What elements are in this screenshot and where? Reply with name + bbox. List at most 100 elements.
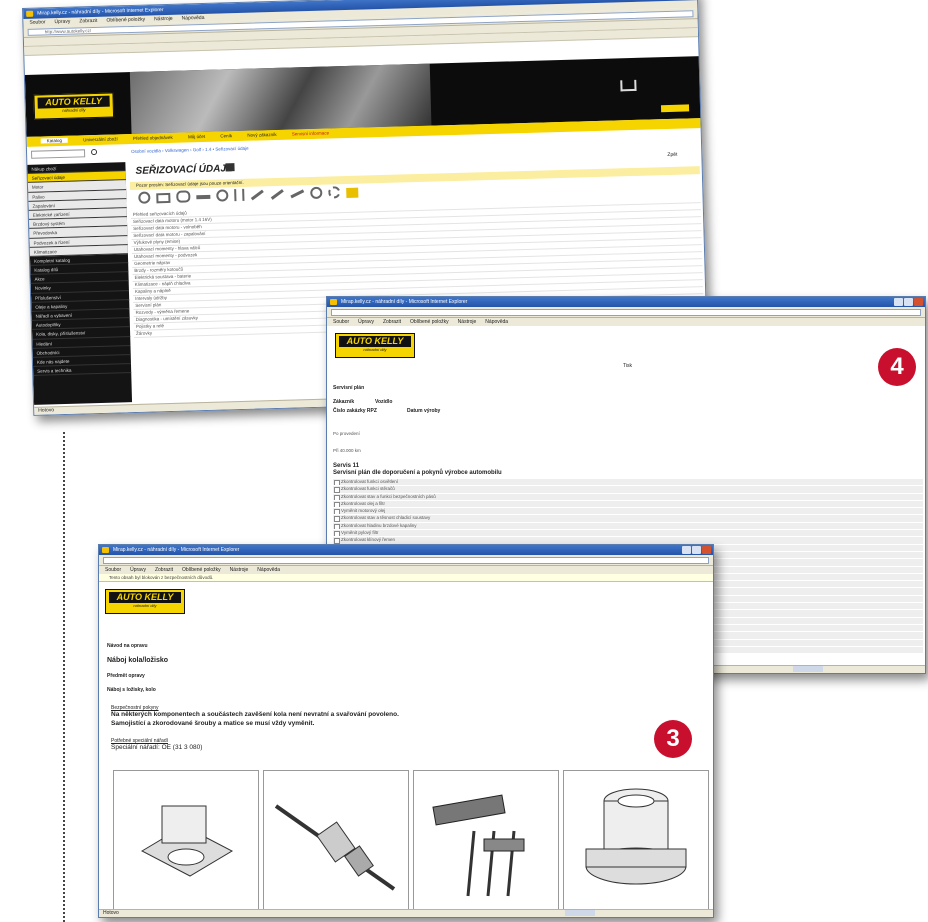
menu-file[interactable]: Soubor: [333, 319, 349, 325]
checklist-item[interactable]: Zkontrolovat olej a filtr: [333, 500, 923, 508]
checklist-item[interactable]: Vyměnit motorový olej: [333, 508, 923, 515]
close-button[interactable]: [702, 546, 711, 554]
nav-orders[interactable]: Přehled objednávek: [133, 135, 173, 141]
window-title: Mirap.kelly.cz - náhradní díly - Microso…: [37, 7, 164, 17]
service-number: Servis 11: [333, 463, 360, 469]
browser-icon: [330, 299, 337, 305]
menu-edit[interactable]: Úpravy: [358, 319, 374, 325]
window-title-bar: Mirap.kelly.cz - náhradní díly - Microso…: [99, 545, 713, 555]
nav-universal[interactable]: Univerzální zboží: [83, 136, 118, 142]
print-link[interactable]: Tisk: [623, 363, 632, 369]
header-search-button[interactable]: [660, 104, 690, 113]
socket-drawing: [585, 788, 687, 885]
auto-kelly-logo: AUTO KELLY náhradní díly: [105, 589, 185, 614]
menu-view[interactable]: Zobrazit: [79, 18, 97, 25]
checklist-item[interactable]: Zkontrolovat funkci osvětlení: [333, 479, 923, 486]
belt-icon[interactable]: [176, 190, 191, 203]
checklist-item[interactable]: Zkontrolovat stav a těsnost chladicí sou…: [333, 515, 923, 522]
menu-tools[interactable]: Nástroje: [230, 567, 249, 573]
minimize-button[interactable]: [682, 546, 691, 554]
key-icon[interactable]: [270, 189, 284, 200]
nav-katalog[interactable]: Katalog: [40, 137, 69, 144]
address-input[interactable]: [331, 309, 921, 316]
tool-image-extractor[interactable]: [413, 770, 559, 910]
auto-kelly-logo: AUTO KELLY náhradní díly: [335, 333, 415, 358]
back-link[interactable]: Zpět: [667, 152, 677, 158]
checklist-item[interactable]: Vyměnit pylový filtr: [333, 530, 923, 537]
maximize-button[interactable]: [904, 298, 913, 306]
dotted-guide-line: [63, 432, 65, 922]
checklist-item[interactable]: Zkontrolovat funkci stěračů: [333, 486, 923, 493]
spring-icon[interactable]: [234, 188, 245, 202]
menu-help[interactable]: Nápověda: [182, 15, 205, 22]
sidebar: Nákup zboží Seřizovací údaje Motor Paliv…: [27, 162, 133, 405]
address-input[interactable]: [103, 557, 709, 564]
menu-file[interactable]: Soubor: [105, 567, 121, 573]
field-vehicle: Vozidlo: [375, 399, 393, 405]
window-title: Mirap.kelly.cz - náhradní díly - Microso…: [113, 547, 240, 553]
status-bar: Hotovo: [99, 909, 713, 917]
nav-service-info[interactable]: Servisní informace: [292, 130, 329, 136]
menu-edit[interactable]: Úpravy: [130, 567, 146, 573]
menu-help[interactable]: Nápověda: [257, 567, 280, 573]
browser-window-repair-guide: Mirap.kelly.cz - náhradní díly - Microso…: [98, 544, 714, 918]
minimize-button[interactable]: [894, 298, 903, 306]
menu-view[interactable]: Zobrazit: [383, 319, 401, 325]
internet-zone-icon: [565, 910, 595, 916]
engine-icon[interactable]: [156, 192, 171, 204]
breadcrumb: Osobní vozidla › Volkswagen › Golf › 1.4…: [130, 145, 249, 155]
special-tool-text: Speciální nářadí: OE (31 3 080): [111, 744, 203, 751]
repair-guide-label: Návod na opravu: [107, 643, 148, 649]
checklist-item[interactable]: Zkontrolovat hladinu brzdové kapaliny: [333, 522, 923, 530]
nav-pricelist[interactable]: Ceník: [220, 133, 232, 138]
tool-image-bracket[interactable]: [113, 770, 259, 910]
sidebar-search-input[interactable]: [30, 149, 86, 159]
option-mileage[interactable]: Při 40.000 km: [333, 448, 361, 453]
option-after-service[interactable]: Po provedení: [333, 431, 360, 436]
extractor-drawing: [432, 794, 525, 897]
brake-icon[interactable]: [216, 189, 229, 202]
menu-edit[interactable]: Úpravy: [54, 19, 70, 25]
wrench-icon[interactable]: [250, 189, 264, 201]
battery-icon[interactable]: [346, 187, 359, 199]
close-button[interactable]: [914, 298, 923, 306]
menu-view[interactable]: Zobrazit: [155, 567, 173, 573]
nav-new-customer[interactable]: Nový zákazník: [247, 132, 276, 138]
repair-item-title: Náboj kola/ložisko: [107, 657, 169, 664]
menu-tools[interactable]: Nástroje: [458, 319, 477, 325]
menu-favorites[interactable]: Oblíbené položky: [106, 17, 145, 24]
tool-image-socket[interactable]: [563, 770, 709, 910]
menu-favorites[interactable]: Oblíbené položky: [410, 319, 449, 325]
sidebar-item[interactable]: Servis a technika: [33, 364, 132, 377]
menu-file[interactable]: Soubor: [29, 19, 45, 25]
address-bar: [99, 555, 713, 566]
bracket-tool-drawing: [140, 805, 234, 877]
safety-note-1: Na některých komponentech a součástech z…: [111, 711, 399, 718]
address-bar: [327, 307, 925, 318]
menu-bar: Soubor Úpravy Zobrazit Oblíbené položky Nást…: [327, 318, 925, 326]
print-icon[interactable]: [225, 163, 235, 172]
page-title: SEŘIZOVACÍ ÚDAJE: [135, 163, 233, 177]
nav-account[interactable]: Můj účet: [188, 134, 205, 139]
info-bar[interactable]: Tento obsah byl blokován z bezpečnostníc…: [99, 574, 713, 582]
wheel-icon[interactable]: [138, 191, 151, 204]
menu-tools[interactable]: Nástroje: [154, 16, 173, 23]
header-engine-photo: [129, 63, 432, 134]
menu-favorites[interactable]: Oblíbené položky: [182, 567, 221, 573]
auto-kelly-logo: AUTO KELLY náhradní díly: [33, 92, 115, 120]
gear-icon[interactable]: [328, 186, 341, 199]
step-badge-3: 3: [654, 720, 692, 758]
checklist-item[interactable]: Zkontrolovat stav a funkci bezpečnostníc…: [333, 493, 923, 500]
cart-icon[interactable]: [620, 79, 637, 92]
field-customer: Zákazník: [333, 399, 355, 405]
chain-icon[interactable]: [196, 194, 211, 200]
search-icon[interactable]: [90, 148, 98, 156]
tool-icon[interactable]: [290, 189, 305, 199]
maximize-button[interactable]: [692, 546, 701, 554]
field-production-date: Datum výroby: [407, 408, 441, 414]
tool-image-puller-rod[interactable]: [263, 770, 409, 910]
checklist-item[interactable]: Zkontrolovat klínový řemen: [333, 537, 923, 544]
filter-icon[interactable]: [310, 186, 323, 200]
menu-bar: Soubor Úpravy Zobrazit Oblíbené položky Nást…: [99, 566, 713, 574]
menu-help[interactable]: Nápověda: [485, 319, 508, 325]
